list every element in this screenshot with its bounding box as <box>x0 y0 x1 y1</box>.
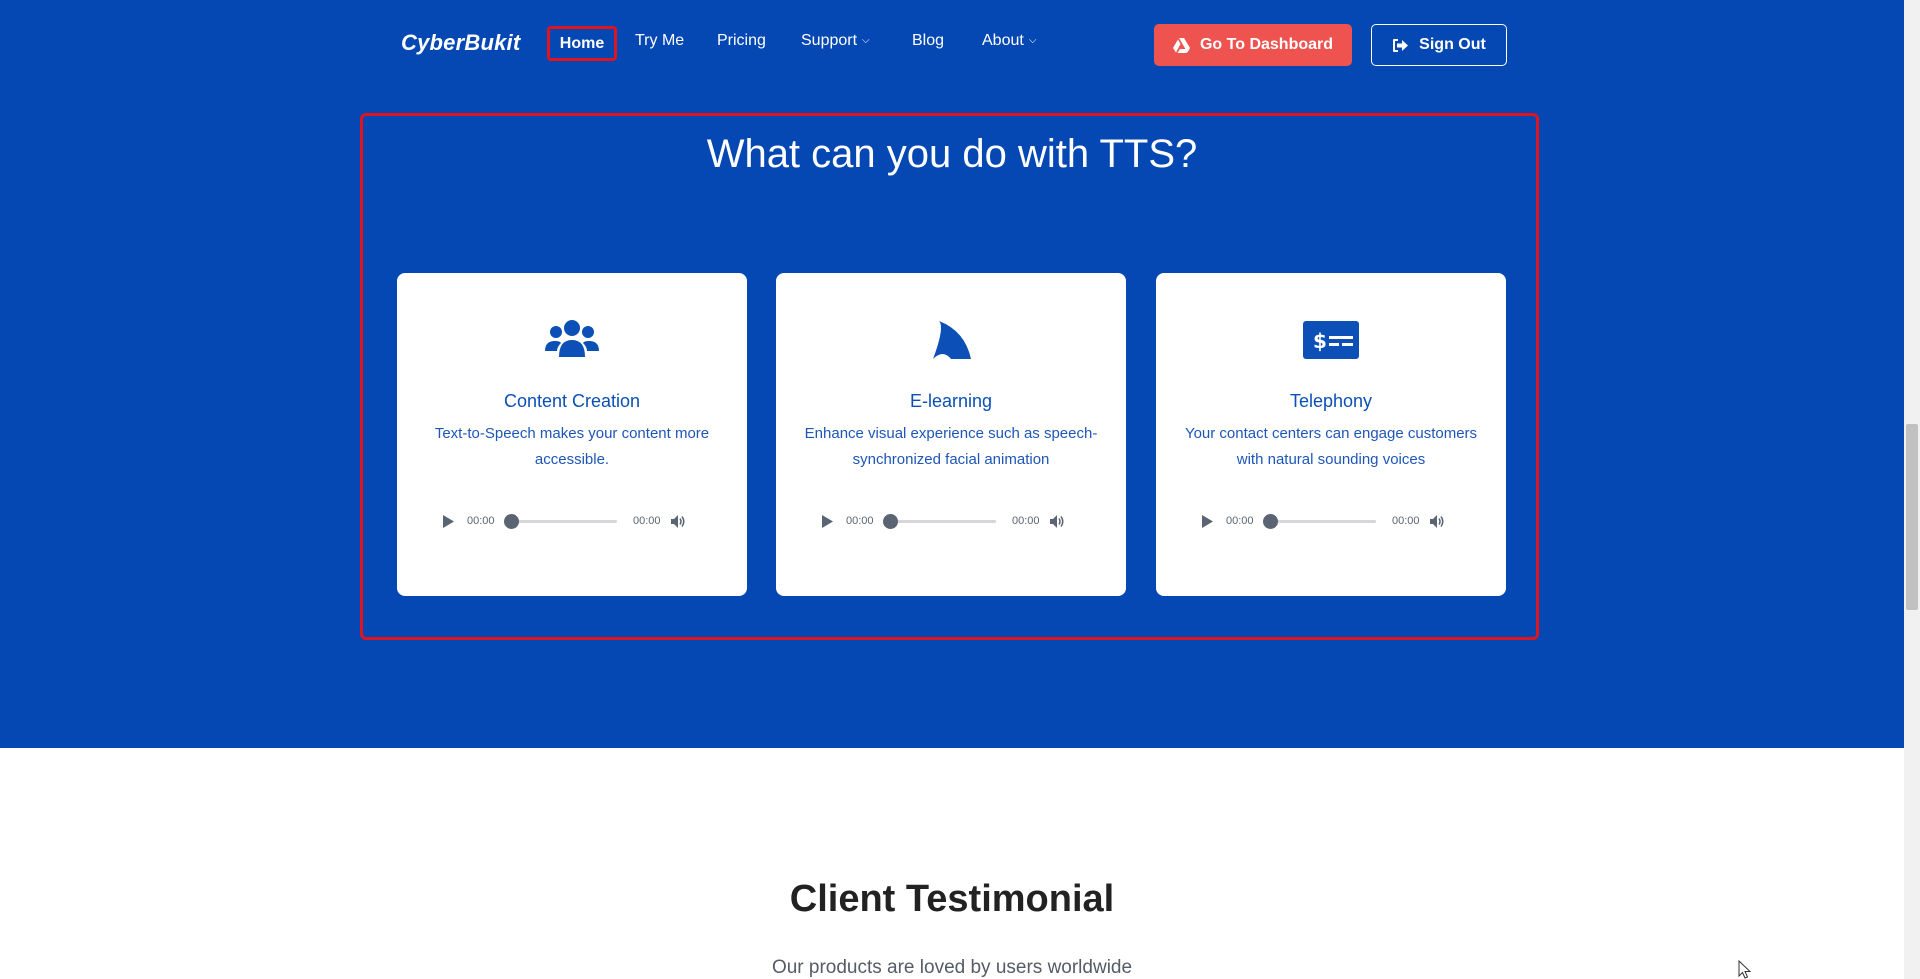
sign-out-icon <box>1393 38 1409 52</box>
total-time: 00:00 <box>1012 515 1040 527</box>
play-icon[interactable] <box>443 513 457 529</box>
card-title: Telephony <box>1289 391 1373 411</box>
audio-player: 00:00 00:00 <box>443 509 703 533</box>
nav-home[interactable]: Home <box>547 26 617 61</box>
chevron-down-icon: ⌵ <box>862 35 870 46</box>
go-to-dashboard-label: Go To Dashboard <box>1199 36 1334 53</box>
current-time: 00:00 <box>846 515 874 527</box>
nav-pricing[interactable]: Pricing <box>717 32 766 50</box>
seek-handle[interactable] <box>504 513 519 529</box>
audio-player: 00:00 00:00 <box>1202 509 1462 533</box>
nav-about[interactable]: About ⌵ <box>982 32 1036 50</box>
total-time: 00:00 <box>1392 515 1420 527</box>
audio-player: 00:00 00:00 <box>822 509 1082 533</box>
volume-icon[interactable] <box>671 513 687 529</box>
brand-logo[interactable]: CyberBukit <box>401 30 520 56</box>
card-description: Your contact centers can engage customer… <box>1184 425 1478 468</box>
testimonial-title: Client Testimonial <box>789 878 1115 920</box>
volume-icon[interactable] <box>1050 513 1066 529</box>
nav-support-label: Support <box>801 32 858 49</box>
current-time: 00:00 <box>467 515 495 527</box>
go-to-dashboard-button[interactable]: Go To Dashboard <box>1154 24 1352 66</box>
total-time: 00:00 <box>633 515 661 527</box>
seek-slider[interactable] <box>1263 513 1376 529</box>
play-icon[interactable] <box>822 513 836 529</box>
card-title: E-learning <box>909 391 993 411</box>
card-description: Enhance visual experience such as speech… <box>804 425 1098 468</box>
svg-text:$: $ <box>1313 329 1327 353</box>
money-check-icon: $ <box>1156 319 1506 367</box>
navbar: CyberBukit Home Try Me Pricing Support ⌵ … <box>0 0 1904 88</box>
users-icon <box>397 319 747 367</box>
nav-try-me[interactable]: Try Me <box>635 32 684 50</box>
section-title: What can you do with TTS? <box>706 132 1198 176</box>
volume-icon[interactable] <box>1430 513 1446 529</box>
seek-slider[interactable] <box>504 513 617 529</box>
scrollbar-thumb[interactable] <box>1906 424 1918 610</box>
feature-card-content-creation: Content Creation Text-to-Speech makes yo… <box>397 273 747 596</box>
feature-card-e-learning: E-learning Enhance visual experience suc… <box>776 273 1126 596</box>
play-icon[interactable] <box>1202 513 1216 529</box>
seek-slider[interactable] <box>883 513 996 529</box>
nav-support[interactable]: Support ⌵ <box>801 32 870 50</box>
seek-handle[interactable] <box>1263 513 1278 529</box>
seek-handle[interactable] <box>883 513 898 529</box>
sign-out-button[interactable]: Sign Out <box>1371 24 1507 66</box>
nav-blog[interactable]: Blog <box>912 32 944 50</box>
testimonial-subtitle: Our products are loved by users worldwid… <box>771 957 1133 978</box>
current-time: 00:00 <box>1226 515 1254 527</box>
feature-card-telephony: $ Telephony Your contact centers can eng… <box>1156 273 1506 596</box>
card-title: Content Creation <box>503 391 641 411</box>
card-description: Text-to-Speech makes your content more a… <box>434 425 710 468</box>
chevron-down-icon: ⌵ <box>1028 35 1037 46</box>
drive-icon <box>1172 37 1190 53</box>
nav-about-label: About <box>982 32 1024 49</box>
sign-out-label: Sign Out <box>1419 36 1486 53</box>
mouse-cursor-icon <box>1738 960 1752 979</box>
shark-fin-icon <box>776 319 1126 367</box>
